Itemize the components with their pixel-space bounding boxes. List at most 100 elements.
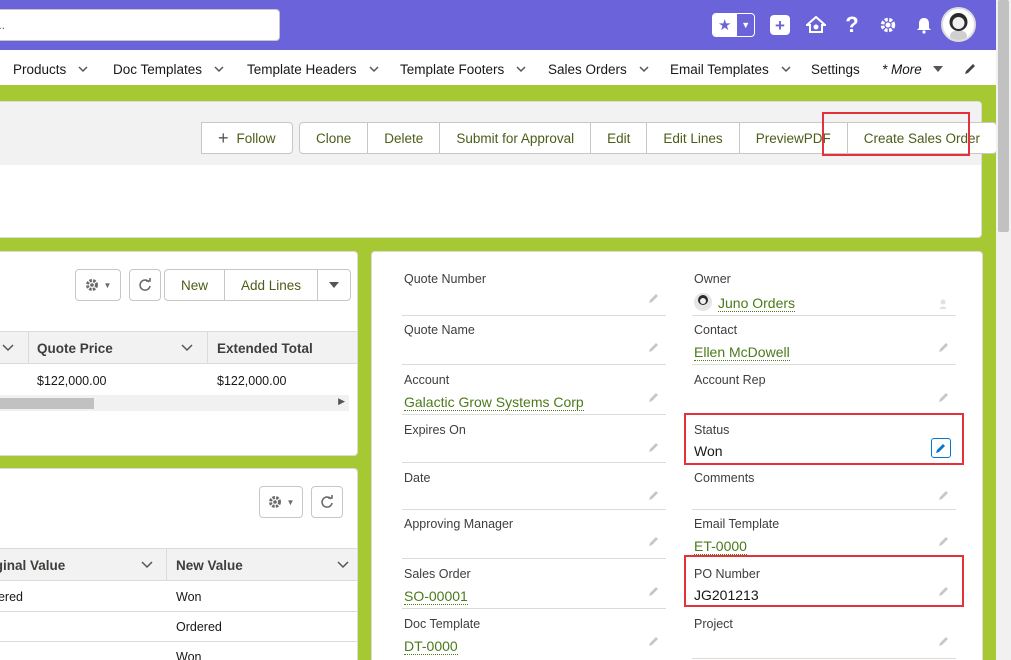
horizontal-scrollbar[interactable]: ▶ xyxy=(0,395,349,411)
add-lines-button[interactable]: Add Lines xyxy=(224,269,319,301)
nav-item-template-headers[interactable]: Template Headers xyxy=(247,50,379,88)
pencil-icon[interactable] xyxy=(648,441,660,453)
pencil-icon[interactable] xyxy=(648,341,660,353)
nav-item-label: Template Footers xyxy=(400,61,505,77)
page-vertical-scrollbar[interactable] xyxy=(996,0,1011,660)
field-label: Contact xyxy=(694,323,738,337)
field-comments: Comments xyxy=(692,471,956,517)
more-actions-button[interactable] xyxy=(317,269,352,301)
chevron-down-icon[interactable] xyxy=(181,343,193,353)
field-label: Owner xyxy=(694,272,731,286)
chevron-down-icon[interactable] xyxy=(337,560,349,570)
pencil-icon[interactable] xyxy=(648,585,660,597)
edit-lines-button[interactable]: Edit Lines xyxy=(646,122,740,154)
pencil-icon[interactable] xyxy=(648,292,660,304)
status-edit-button[interactable] xyxy=(931,438,951,458)
field-label: Project xyxy=(694,617,733,631)
nav-item-template-footers[interactable]: Template Footers xyxy=(400,50,526,88)
field-date: Date xyxy=(402,471,666,517)
pencil-icon[interactable] xyxy=(938,585,950,597)
history-refresh-button[interactable] xyxy=(311,486,343,518)
history-settings-button[interactable]: ▼ xyxy=(259,486,303,518)
nav-item-settings[interactable]: Settings xyxy=(811,50,860,88)
column-header-new-value[interactable]: New Value xyxy=(176,549,243,581)
chevron-down-icon[interactable] xyxy=(516,64,526,74)
pencil-icon[interactable] xyxy=(648,535,660,547)
field-label: Approving Manager xyxy=(404,517,514,531)
global-search-input[interactable]: ... xyxy=(0,9,280,41)
create-sales-order-button[interactable]: Create Sales Order xyxy=(846,122,998,154)
new-button[interactable]: New xyxy=(164,269,226,301)
chevron-down-icon[interactable] xyxy=(78,64,88,74)
pencil-icon[interactable] xyxy=(938,489,950,501)
setup-gear-icon[interactable] xyxy=(877,14,899,36)
column-header-quote-price[interactable]: Quote Price xyxy=(37,332,113,364)
user-avatar[interactable] xyxy=(941,7,976,42)
chevron-down-icon[interactable] xyxy=(369,64,379,74)
nav-item-doc-templates[interactable]: Doc Templates xyxy=(113,50,224,88)
favorites-star-icon[interactable]: ★ xyxy=(713,14,737,36)
email-template-link[interactable]: ET-0000 xyxy=(694,538,747,555)
field-underline xyxy=(402,462,666,463)
app-navigation-bar: Products Doc Templates Template Headers … xyxy=(0,50,996,88)
column-header-original-value[interactable]: iginal Value xyxy=(0,549,65,581)
contact-link[interactable]: Ellen McDowell xyxy=(694,344,790,361)
nav-item-sales-orders[interactable]: Sales Orders xyxy=(548,50,649,88)
clone-button[interactable]: Clone xyxy=(299,122,369,154)
favorites-group: ★ ▼ xyxy=(712,13,755,37)
account-link[interactable]: Galactic Grow Systems Corp xyxy=(404,394,584,411)
help-icon[interactable]: ? xyxy=(841,12,863,37)
owner-link[interactable]: Juno Orders xyxy=(718,295,796,312)
pencil-icon[interactable] xyxy=(938,535,950,547)
cell-original-value: dered xyxy=(0,590,23,604)
global-add-icon[interactable]: + xyxy=(769,14,791,36)
chevron-down-icon: ▼ xyxy=(103,280,112,290)
field-doc-template: Doc Template DT-0000 xyxy=(402,617,664,660)
field-label: Comments xyxy=(694,471,755,485)
follow-button[interactable]: + Follow xyxy=(201,122,293,154)
favorites-dropdown-icon[interactable]: ▼ xyxy=(736,14,754,36)
field-underline xyxy=(692,414,956,415)
column-header-extended-total[interactable]: Extended Total xyxy=(217,332,313,364)
pencil-icon[interactable] xyxy=(938,391,950,403)
pencil-icon[interactable] xyxy=(648,391,660,403)
caret-down-icon[interactable] xyxy=(932,64,944,74)
pencil-icon[interactable] xyxy=(938,341,950,353)
column-divider xyxy=(207,332,208,364)
field-label: Expires On xyxy=(404,423,466,437)
nav-item-email-templates[interactable]: Email Templates xyxy=(670,50,791,88)
nav-item-products[interactable]: Products xyxy=(13,50,88,88)
field-quote-number: Quote Number xyxy=(402,272,666,318)
scrollbar-thumb[interactable] xyxy=(0,398,94,409)
quote-history-card: ▼ iginal Value New Value dered Won n Ord… xyxy=(0,468,358,660)
pencil-icon[interactable] xyxy=(938,635,950,647)
scrollbar-thumb[interactable] xyxy=(998,0,1009,232)
refresh-button[interactable] xyxy=(129,269,161,301)
owner-avatar xyxy=(694,293,712,311)
trailhead-icon[interactable] xyxy=(805,14,827,36)
pencil-icon[interactable] xyxy=(648,635,660,647)
field-underline xyxy=(692,315,956,316)
record-actions-group: Clone Delete Submit for Approval Edit Ed… xyxy=(299,122,998,154)
notification-bell-icon[interactable] xyxy=(913,14,935,36)
chevron-down-icon[interactable] xyxy=(214,64,224,74)
preview-pdf-button[interactable]: PreviewPDF xyxy=(738,122,848,154)
field-project: Project xyxy=(692,617,956,660)
edit-nav-pencil-icon[interactable] xyxy=(963,62,977,76)
chevron-down-icon[interactable] xyxy=(2,343,14,353)
edit-button[interactable]: Edit xyxy=(590,122,648,154)
change-owner-icon[interactable] xyxy=(938,298,950,310)
submit-for-approval-button[interactable]: Submit for Approval xyxy=(439,122,592,154)
nav-more-menu[interactable]: * More xyxy=(882,50,944,88)
chevron-down-icon[interactable] xyxy=(141,560,153,570)
chevron-down-icon[interactable] xyxy=(639,64,649,74)
scroll-right-arrow-icon[interactable]: ▶ xyxy=(338,396,345,407)
delete-button[interactable]: Delete xyxy=(367,122,441,154)
field-expires-on: Expires On xyxy=(402,423,666,469)
pencil-icon[interactable] xyxy=(648,489,660,501)
list-settings-button[interactable]: ▼ xyxy=(75,269,121,301)
sales-order-link[interactable]: SO-00001 xyxy=(404,588,468,605)
doc-template-link[interactable]: DT-0000 xyxy=(404,638,458,655)
field-contact: Contact Ellen McDowell xyxy=(692,323,956,369)
chevron-down-icon[interactable] xyxy=(781,64,791,74)
